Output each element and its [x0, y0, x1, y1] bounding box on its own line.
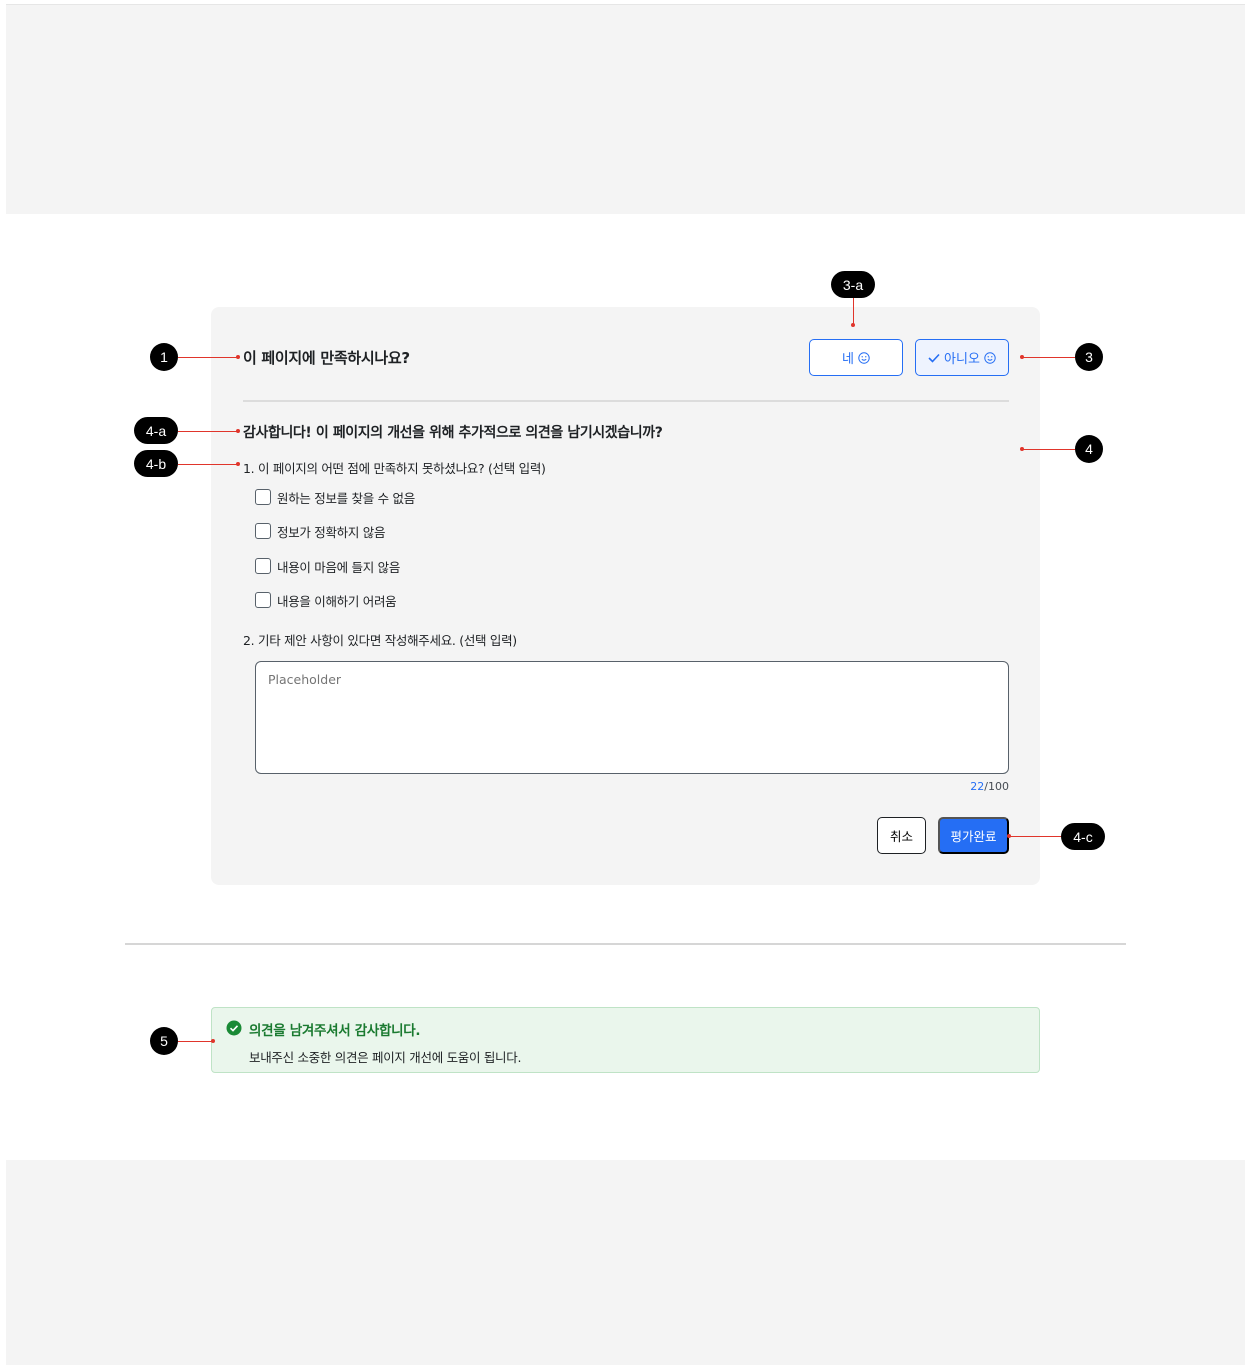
- annotation-marker-5: 5: [150, 1027, 178, 1055]
- cancel-button[interactable]: 취소: [877, 817, 926, 854]
- annotation-dot-4b: [236, 462, 240, 466]
- check-icon: [928, 353, 940, 363]
- checkbox-option-4[interactable]: 내용을 이해하기 어려움: [255, 591, 397, 609]
- top-background-band: [6, 4, 1245, 214]
- char-count-max: /100: [984, 780, 1009, 793]
- check-circle-icon: [226, 1020, 242, 1036]
- checkbox[interactable]: [255, 592, 271, 608]
- annotation-dot-1: [236, 355, 240, 359]
- submit-button[interactable]: 평가완료: [938, 817, 1009, 854]
- annotation-marker-1: 1: [150, 343, 178, 371]
- smile-icon: [858, 351, 870, 364]
- annotation-leader-4c: [1009, 836, 1061, 837]
- checkbox[interactable]: [255, 558, 271, 574]
- bottom-background-band: [6, 1160, 1245, 1365]
- section-divider: [243, 400, 1009, 402]
- suggestion-textarea[interactable]: [255, 661, 1009, 774]
- char-counter: 22/100: [970, 780, 1009, 793]
- checkbox-label: 내용이 마음에 들지 않음: [277, 559, 401, 575]
- no-label: 아니오: [944, 352, 980, 367]
- checkbox-option-1[interactable]: 원하는 정보를 찾을 수 없음: [255, 488, 415, 506]
- checkbox[interactable]: [255, 523, 271, 539]
- question-1-label: 1. 이 페이지의 어떤 점에 만족하지 못하셨나요? (선택 입력): [243, 461, 546, 476]
- annotation-dot-4c: [1007, 834, 1011, 838]
- checkbox[interactable]: [255, 489, 271, 505]
- checkbox-label: 정보가 정확하지 않음: [277, 524, 386, 540]
- frown-icon: [984, 351, 996, 364]
- annotation-dot-4a: [236, 429, 240, 433]
- page-separator: [125, 943, 1126, 945]
- checkbox-label: 원하는 정보를 찾을 수 없음: [277, 490, 415, 506]
- yes-label: 네: [842, 352, 854, 367]
- question-2-label: 2. 기타 제안 사항이 있다면 작성해주세요. (선택 입력): [243, 633, 517, 648]
- toast-title: 의견을 남겨주셔서 감사합니다.: [249, 1023, 421, 1039]
- toast-description: 보내주신 소중한 의견은 페이지 개선에 도움이 됩니다.: [249, 1050, 522, 1065]
- yes-button[interactable]: 네: [809, 339, 903, 376]
- annotation-leader-3a: [853, 298, 854, 325]
- annotation-leader-4: [1022, 449, 1075, 450]
- annotation-leader-3: [1022, 357, 1075, 358]
- annotation-dot-5: [211, 1039, 215, 1043]
- checkbox-option-3[interactable]: 내용이 마음에 들지 않음: [255, 557, 400, 575]
- annotation-leader-4a: [178, 431, 237, 432]
- checkbox-option-2[interactable]: 정보가 정확하지 않음: [255, 522, 385, 540]
- annotation-leader-5: [178, 1041, 213, 1042]
- checkbox-label: 내용을 이해하기 어려움: [277, 593, 397, 609]
- no-button[interactable]: 아니오: [915, 339, 1009, 376]
- char-count-current: 22: [970, 780, 985, 793]
- satisfaction-question: 이 페이지에 만족하시나요?: [243, 349, 410, 367]
- annotation-dot-4: [1020, 447, 1024, 451]
- annotation-marker-4b: 4-b: [134, 450, 178, 477]
- followup-title: 감사합니다! 이 페이지의 개선을 위해 추가적으로 의견을 남기시겠습니까?: [243, 425, 663, 441]
- annotation-marker-3: 3: [1075, 343, 1103, 371]
- annotation-leader-1: [178, 357, 237, 358]
- annotation-marker-4c: 4-c: [1061, 823, 1105, 850]
- annotation-marker-3a: 3-a: [831, 271, 875, 298]
- annotation-dot-3: [1020, 355, 1024, 359]
- annotation-marker-4a: 4-a: [134, 417, 178, 444]
- annotation-marker-4: 4: [1075, 435, 1103, 463]
- annotation-dot-3a: [851, 323, 855, 327]
- annotation-leader-4b: [178, 464, 237, 465]
